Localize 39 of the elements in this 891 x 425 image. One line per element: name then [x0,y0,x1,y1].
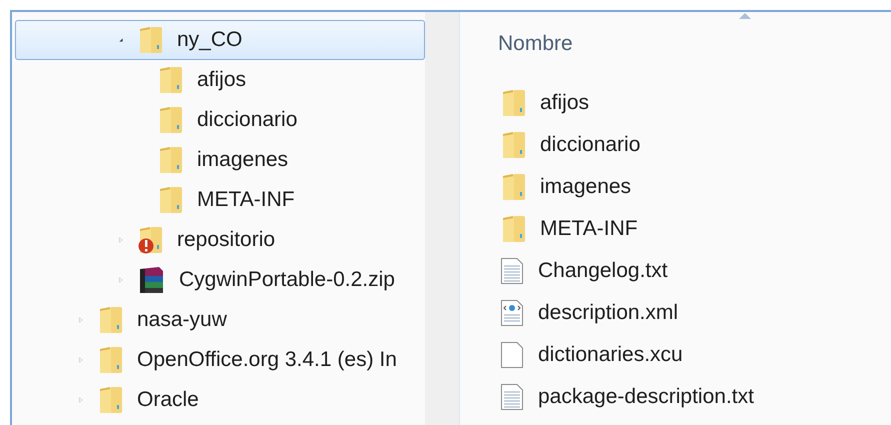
tree-item[interactable]: OpenOffice.org 3.4.1 (es) In [15,340,425,380]
file-name[interactable]: description.xml [538,301,678,325]
code-file-icon [500,299,524,327]
file-name[interactable]: META-INF [540,217,638,241]
file-name[interactable]: package-description.txt [538,385,754,409]
tree-item[interactable]: afijos [15,60,425,100]
file-name[interactable]: afijos [540,91,590,115]
books-stack-icon [137,266,165,294]
folder-icon [500,215,526,243]
folder-icon [137,26,163,54]
tree-item[interactable]: ny_CO [15,20,425,60]
tree-item[interactable]: repositorio [15,220,425,260]
tree-item[interactable]: nasa-yuw [15,300,425,340]
tree-item[interactable]: META-INF [15,180,425,220]
file-name[interactable]: imagenes [540,175,632,199]
blank-file-icon [500,341,524,369]
folder-icon [500,131,526,159]
tree-item[interactable]: Oracle [15,380,425,420]
folder-icon [157,146,183,174]
tree-item[interactable]: imagenes [15,140,425,180]
folder-warning-icon [137,226,163,254]
folder-icon [500,89,526,117]
folder-icon [500,173,526,201]
folder-icon [97,386,123,414]
file-name[interactable]: dictionaries.xcu [538,343,683,367]
folder-icon [157,106,183,134]
column-header[interactable]: Nombre [498,32,573,56]
folder-icon [97,346,123,374]
folder-icon [157,66,183,94]
sort-caret-icon [738,12,752,20]
text-file-icon [500,257,524,285]
tree-item[interactable]: CygwinPortable-0.2.zip [15,260,425,300]
file-name[interactable]: diccionario [540,133,640,157]
tree-item[interactable]: diccionario [15,100,425,140]
folder-icon [157,186,183,214]
folder-icon [97,306,123,334]
text-file-icon [500,383,524,411]
pane-splitter[interactable] [425,12,460,425]
file-name[interactable]: Changelog.txt [538,259,668,283]
